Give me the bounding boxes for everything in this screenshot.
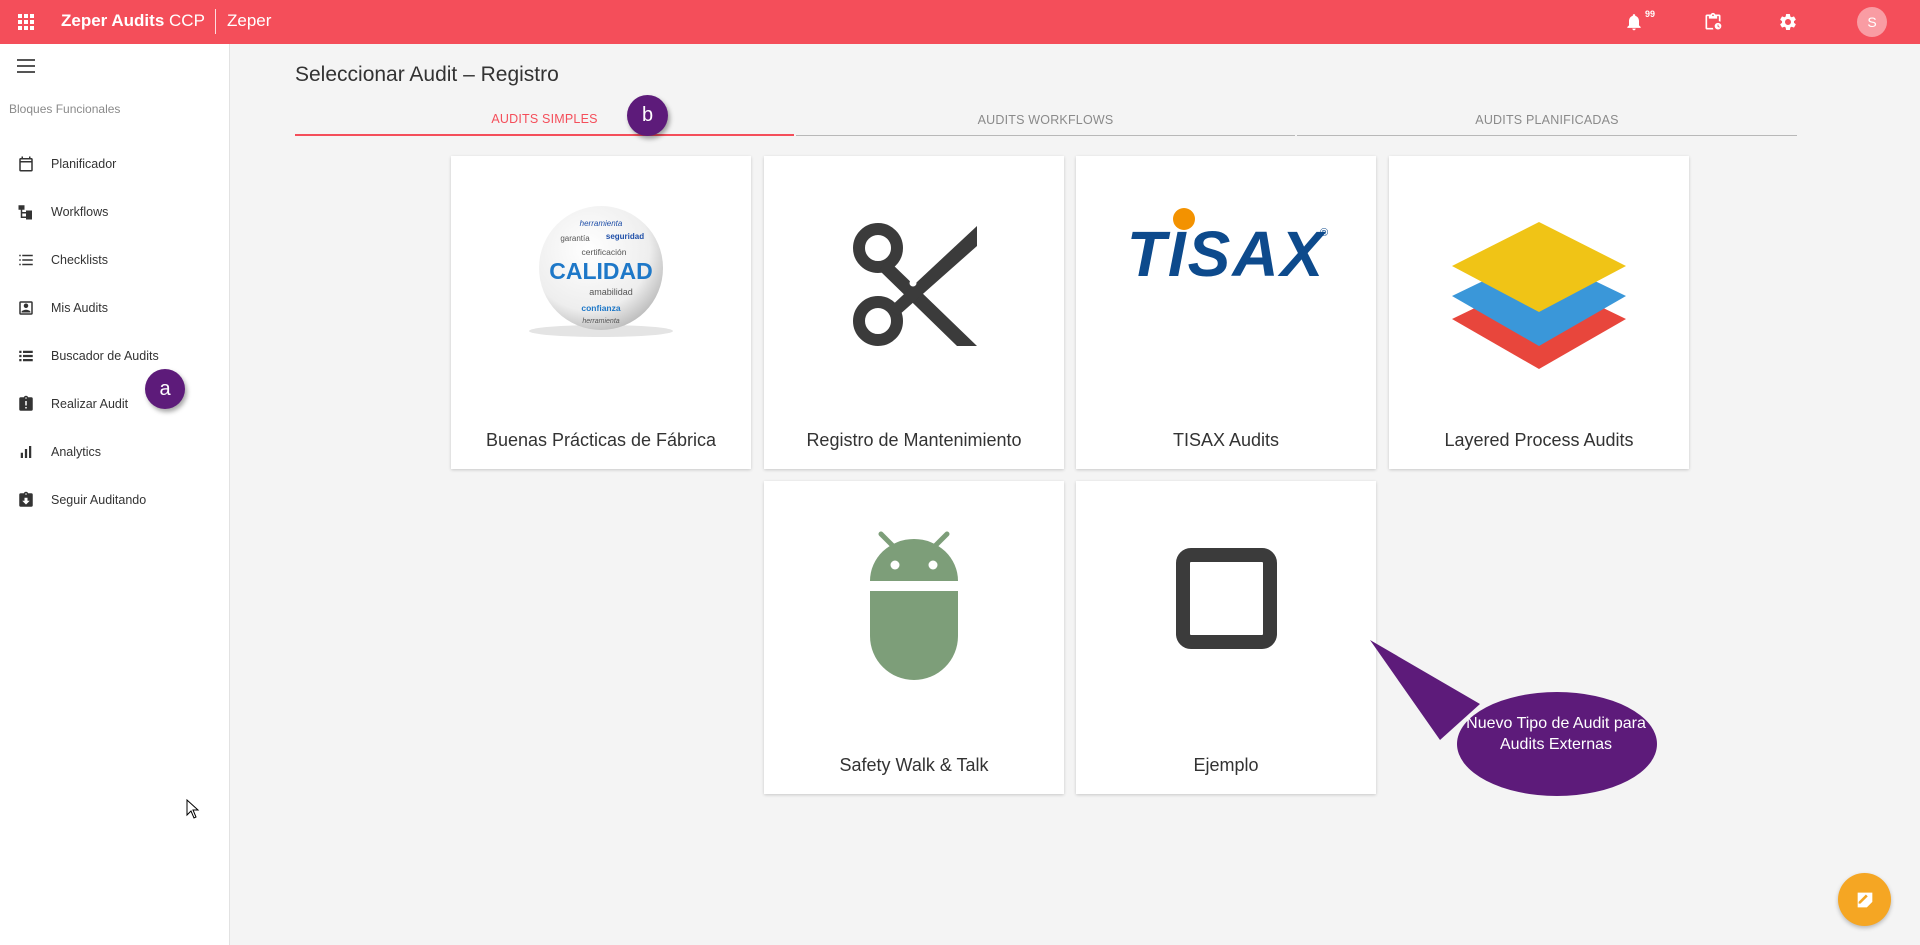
audit-card-tisax[interactable]: TISAX ® TISAX Audits — [1076, 156, 1376, 469]
sidebar-item-label: Analytics — [51, 445, 102, 459]
scissors-icon — [853, 223, 977, 346]
globe-word: herramienta — [582, 318, 619, 325]
sidebar-item-label: Seguir Auditando — [51, 493, 147, 507]
clipboard-clock-icon[interactable] — [1703, 12, 1723, 32]
globe-word: garantía — [560, 234, 590, 243]
apps-grid-icon[interactable] — [18, 14, 34, 30]
card-label: Layered Process Audits — [1444, 430, 1634, 450]
calidad-globe-image: herramienta garantía seguridad certifica… — [529, 206, 673, 337]
brand-divider — [215, 9, 216, 34]
annotation-marker-a: a — [145, 369, 185, 409]
sidebar-item-mis-audits[interactable]: Mis Audits — [0, 288, 230, 328]
menu-icon[interactable] — [17, 59, 35, 73]
layers-icon — [1452, 222, 1626, 369]
card-label: Registro de Mantenimiento — [806, 430, 1022, 450]
tab-audits-workflows[interactable]: AUDITS WORKFLOWS — [796, 104, 1295, 136]
card-label: Safety Walk & Talk — [839, 755, 989, 775]
registered-mark: ® — [1320, 227, 1328, 239]
square-outline-icon — [1176, 548, 1277, 649]
mouse-cursor-icon — [186, 799, 200, 819]
sidebar-item-label: Buscador de Audits — [51, 349, 159, 363]
gear-icon[interactable] — [1778, 12, 1798, 32]
sidebar-item-checklists[interactable]: Checklists — [0, 240, 230, 280]
annotation-callout-text: Nuevo Tipo de Audit para Audits Externas — [1466, 715, 1646, 753]
globe-word: herramienta — [580, 219, 623, 228]
app-name: Zeper Audits — [61, 11, 165, 30]
clipboard-alert-icon — [19, 395, 33, 411]
audit-card-buenas-practicas[interactable]: herramienta garantía seguridad certifica… — [451, 156, 751, 469]
globe-word: confianza — [581, 303, 620, 313]
bell-icon[interactable] — [1624, 12, 1644, 32]
calendar-icon — [19, 156, 33, 172]
app-brand[interactable]: Zeper Audits CCP — [61, 11, 205, 31]
sidebar-item-realizar-audit[interactable]: Realizar Audit — [0, 384, 230, 424]
notification-count: 99 — [1645, 9, 1656, 19]
clipboard-arrow-icon — [19, 491, 33, 507]
sidebar-item-seguir-auditando[interactable]: Seguir Auditando — [0, 480, 230, 520]
feedback-fab[interactable] — [1838, 873, 1891, 926]
sidebar-item-planificador[interactable]: Planificador — [0, 144, 230, 184]
card-label: Ejemplo — [1193, 755, 1259, 775]
audit-card-layered-process[interactable]: Layered Process Audits — [1389, 156, 1689, 469]
card-label: TISAX Audits — [1172, 430, 1280, 450]
globe-word: amabilidad — [589, 287, 633, 297]
card-label: Buenas Prácticas de Fábrica — [485, 430, 717, 450]
list-search-icon — [19, 350, 33, 362]
sidebar-item-buscador[interactable]: Buscador de Audits — [0, 336, 230, 376]
sidebar-item-workflows[interactable]: Workflows — [0, 192, 230, 232]
tab-audits-simples[interactable]: AUDITS SIMPLES — [295, 104, 794, 136]
android-icon — [870, 531, 958, 680]
audit-card-ejemplo[interactable]: Ejemplo — [1076, 481, 1376, 794]
globe-word: seguridad — [606, 232, 644, 241]
tisax-logo-text: TISAX — [1127, 218, 1327, 290]
sidebar-item-label: Planificador — [51, 157, 117, 171]
audit-card-registro-mantenimiento[interactable]: Registro de Mantenimiento — [764, 156, 1064, 469]
org-name: Zeper — [227, 11, 272, 30]
audit-card-safety-walk[interactable]: Safety Walk & Talk — [764, 481, 1064, 794]
bar-chart-icon — [20, 446, 32, 458]
sidebar-item-label: Realizar Audit — [51, 397, 129, 411]
account-box-icon — [19, 301, 33, 315]
annotation-marker-b: b — [627, 95, 668, 136]
sidebar-item-analytics[interactable]: Analytics — [0, 432, 230, 472]
sidebar-item-label: Workflows — [51, 205, 109, 219]
globe-word: certificación — [582, 247, 627, 257]
tab-audits-planificadas[interactable]: AUDITS PLANIFICADAS — [1297, 104, 1797, 136]
sidebar-item-label: Mis Audits — [51, 301, 108, 315]
tisax-logo: TISAX ® — [1127, 208, 1328, 290]
top-app-bar: Zeper Audits CCP Zeper 99 S — [0, 0, 1920, 44]
list-icon — [19, 254, 33, 266]
page-title: Seleccionar Audit – Registro — [295, 63, 559, 86]
app-suffix: CCP — [169, 11, 205, 30]
pencil-note-icon — [1857, 892, 1872, 907]
sidebar-section-title: Bloques Funcionales — [9, 102, 121, 116]
workflow-icon — [18, 205, 32, 220]
globe-word-calidad: CALIDAD — [549, 258, 653, 284]
sidebar-item-label: Checklists — [51, 253, 108, 267]
user-avatar[interactable]: S — [1857, 7, 1887, 37]
